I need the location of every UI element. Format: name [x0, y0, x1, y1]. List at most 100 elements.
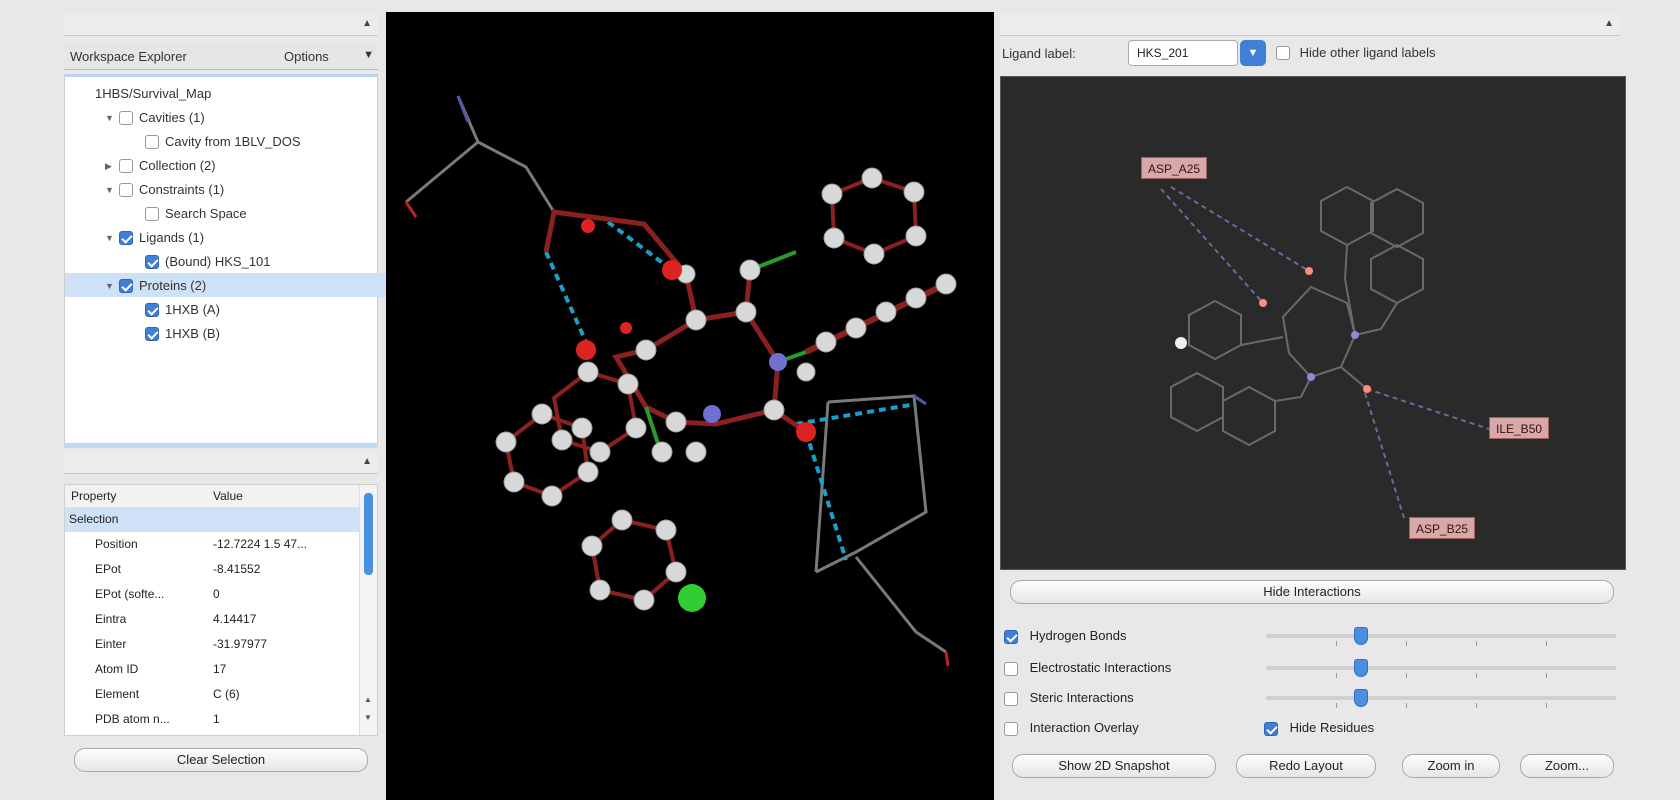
scroll-up-icon[interactable]: ▲: [364, 695, 372, 704]
electrostatic-toggle[interactable]: Electrostatic Interactions: [1004, 656, 1171, 680]
expanded-arrow-icon[interactable]: ▼: [105, 178, 115, 202]
steric-toggle[interactable]: Steric Interactions: [1004, 686, 1134, 710]
value-column-header[interactable]: Value: [213, 485, 243, 507]
tree-item[interactable]: ▼ Ligands (1): [65, 225, 417, 249]
hydrogen-bonds-checkbox[interactable]: [1004, 629, 1018, 644]
slider-knob[interactable]: [1354, 627, 1368, 645]
property-row[interactable]: EPot -8.41552: [65, 557, 359, 582]
collapse-arrow-icon[interactable]: ▲: [1604, 18, 1614, 29]
slider-knob[interactable]: [1354, 659, 1368, 677]
residue-label[interactable]: ASP_A25: [1141, 157, 1208, 179]
interaction-overlay-checkbox[interactable]: [1004, 721, 1018, 736]
properties-table: Property Value Selection Position -12.722…: [64, 484, 378, 736]
property-key: Eintra: [95, 612, 127, 626]
hide-residues-toggle[interactable]: Hide Residues: [1264, 716, 1374, 740]
property-row[interactable]: PDB atom n... 1: [65, 707, 359, 732]
molecule-3d-viewer[interactable]: [386, 12, 994, 800]
tree-item-checkbox[interactable]: [145, 254, 159, 269]
ligand-label-caption: Ligand label:: [1002, 46, 1076, 61]
property-row[interactable]: Element C (6): [65, 682, 359, 707]
tree-item-checkbox[interactable]: [119, 110, 133, 125]
property-row[interactable]: EPot (softe... 0: [65, 582, 359, 607]
collapse-arrow-icon[interactable]: ▲: [362, 456, 372, 467]
scroll-thumb[interactable]: [364, 493, 373, 575]
interaction-overlay-toggle[interactable]: Interaction Overlay: [1004, 716, 1139, 740]
tree-item-label: 1HXB (A): [165, 301, 220, 317]
workspace-tree[interactable]: 1HBS/Survival_Map ▼ Cavities (1) Cavity fro…: [64, 74, 417, 444]
tree-item-label: Search Space: [165, 205, 247, 221]
tree-item-checkbox[interactable]: [145, 326, 159, 341]
interaction-diagram-render: [1160, 185, 1490, 522]
property-column-header[interactable]: Property: [71, 485, 116, 507]
steric-checkbox[interactable]: [1004, 691, 1018, 706]
hide-other-ligands-toggle[interactable]: Hide other ligand labels: [1276, 44, 1436, 60]
slider-knob[interactable]: [1354, 689, 1368, 707]
electrostatic-checkbox[interactable]: [1004, 661, 1018, 676]
electrostatic-slider[interactable]: [1266, 656, 1616, 680]
tree-item-checkbox[interactable]: [119, 158, 133, 173]
property-row[interactable]: Eintra 4.14417: [65, 607, 359, 632]
property-row[interactable]: Einter -31.97977: [65, 632, 359, 657]
tree-item-label: Proteins (2): [139, 277, 207, 293]
explorer-header: Workspace Explorer Options ▼: [64, 44, 378, 70]
show-2d-snapshot-button[interactable]: Show 2D Snapshot: [1012, 754, 1216, 778]
tree-item-checkbox[interactable]: [119, 230, 133, 245]
property-key: Position: [95, 537, 138, 551]
hydrogen-bonds-slider[interactable]: [1266, 624, 1616, 648]
property-value: 1: [213, 712, 220, 726]
expanded-arrow-icon[interactable]: ▼: [105, 274, 115, 298]
tree-item[interactable]: ▼ Proteins (2): [65, 273, 417, 297]
property-row[interactable]: Atom ID 17: [65, 657, 359, 682]
hide-other-ligands-checkbox[interactable]: [1276, 45, 1290, 60]
hide-interactions-button[interactable]: Hide Interactions: [1010, 580, 1614, 604]
collapse-arrow-icon[interactable]: ▲: [362, 18, 372, 29]
tree-item[interactable]: ▼ Constraints (1): [65, 177, 417, 201]
residue-label[interactable]: ILE_B50: [1489, 417, 1550, 439]
molecule-3d-render: [404, 95, 957, 667]
ligand-select[interactable]: HKS_201: [1128, 40, 1238, 66]
ligand-interaction-diagram[interactable]: ASP_A25 ILE_B50 ASP_B25: [1000, 76, 1626, 570]
expanded-arrow-icon[interactable]: ▼: [105, 106, 115, 130]
tree-item-checkbox[interactable]: [119, 182, 133, 197]
property-key: Einter: [95, 637, 127, 651]
options-dropdown-icon[interactable]: ▼: [363, 49, 374, 61]
zoom-in-button[interactable]: Zoom in: [1402, 754, 1500, 778]
tree-item-label: Ligands (1): [139, 229, 205, 245]
steric-slider[interactable]: [1266, 686, 1616, 710]
tree-item[interactable]: ▼ Cavities (1): [65, 105, 417, 129]
chevron-down-icon[interactable]: ▼: [1240, 40, 1266, 66]
expanded-arrow-icon[interactable]: ▼: [105, 226, 115, 250]
tree-item-checkbox[interactable]: [145, 206, 159, 221]
property-value: 17: [213, 662, 227, 676]
tree-item-label: Collection (2): [139, 157, 216, 173]
redo-layout-button[interactable]: Redo Layout: [1236, 754, 1376, 778]
tree-item-label: 1HXB (B): [165, 325, 220, 341]
scroll-down-icon[interactable]: ▼: [364, 713, 372, 722]
hide-residues-checkbox[interactable]: [1264, 721, 1278, 736]
hide-residues-label: Hide Residues: [1289, 720, 1375, 735]
tree-item-checkbox[interactable]: [145, 302, 159, 317]
explorer-options-button[interactable]: Options: [284, 49, 329, 64]
property-row[interactable]: Position -12.7224 1.5 47...: [65, 532, 359, 557]
tree-item-checkbox[interactable]: [145, 134, 159, 149]
residue-label[interactable]: ASP_B25: [1409, 517, 1476, 539]
section-label: Selection: [69, 512, 119, 526]
property-value: -31.97977: [213, 637, 268, 651]
properties-toolbar-strip: ▲: [64, 452, 378, 474]
properties-scrollbar[interactable]: ▲ ▼: [359, 485, 377, 735]
properties-section-row[interactable]: Selection: [65, 507, 359, 532]
hide-other-ligands-label: Hide other ligand labels: [1299, 45, 1436, 61]
tree-item[interactable]: ▶ Collection (2): [65, 153, 417, 177]
hydrogen-bonds-toggle[interactable]: Hydrogen Bonds: [1004, 624, 1126, 648]
explorer-toolbar-strip: ▲: [64, 14, 378, 36]
zoom-menu-button[interactable]: Zoom...: [1520, 754, 1614, 778]
steric-label: Steric Interactions: [1029, 690, 1134, 705]
collapsed-arrow-icon[interactable]: ▶: [105, 154, 115, 178]
tree-item[interactable]: 1HBS/Survival_Map: [65, 81, 391, 105]
tree-item-checkbox[interactable]: [119, 278, 133, 293]
property-key: Atom ID: [95, 662, 139, 676]
tree-item-label: Cavity from 1BLV_DOS: [165, 133, 301, 149]
tree-item-label: Cavities (1): [139, 109, 205, 125]
interaction-overlay-label: Interaction Overlay: [1029, 720, 1139, 735]
clear-selection-button[interactable]: Clear Selection: [74, 748, 368, 772]
